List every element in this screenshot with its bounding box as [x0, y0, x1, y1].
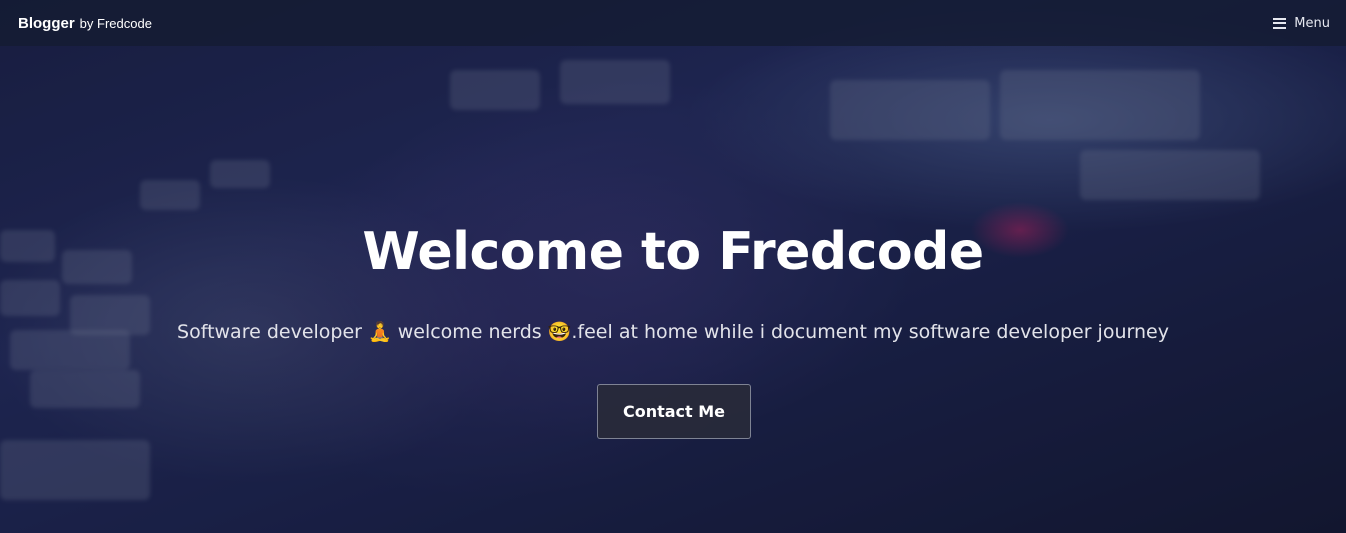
hero-content: Welcome to Fredcode Software developer 🧘…: [0, 0, 1346, 533]
hero-section: Blogger by Fredcode Menu Welcome to Fred…: [0, 0, 1346, 533]
hero-subtitle: Software developer 🧘 welcome nerds 🤓.fee…: [177, 321, 1169, 343]
brand-suffix: by Fredcode: [79, 15, 152, 31]
navbar: Blogger by Fredcode Menu: [0, 0, 1346, 46]
hamburger-icon: [1273, 17, 1287, 29]
contact-me-button[interactable]: Contact Me: [597, 384, 751, 439]
page-title: Welcome to Fredcode: [362, 222, 984, 282]
menu-label: Menu: [1294, 15, 1330, 31]
brand-link[interactable]: Blogger by Fredcode: [18, 15, 152, 32]
menu-button[interactable]: Menu: [1273, 16, 1330, 31]
brand-name: Blogger: [18, 14, 75, 32]
